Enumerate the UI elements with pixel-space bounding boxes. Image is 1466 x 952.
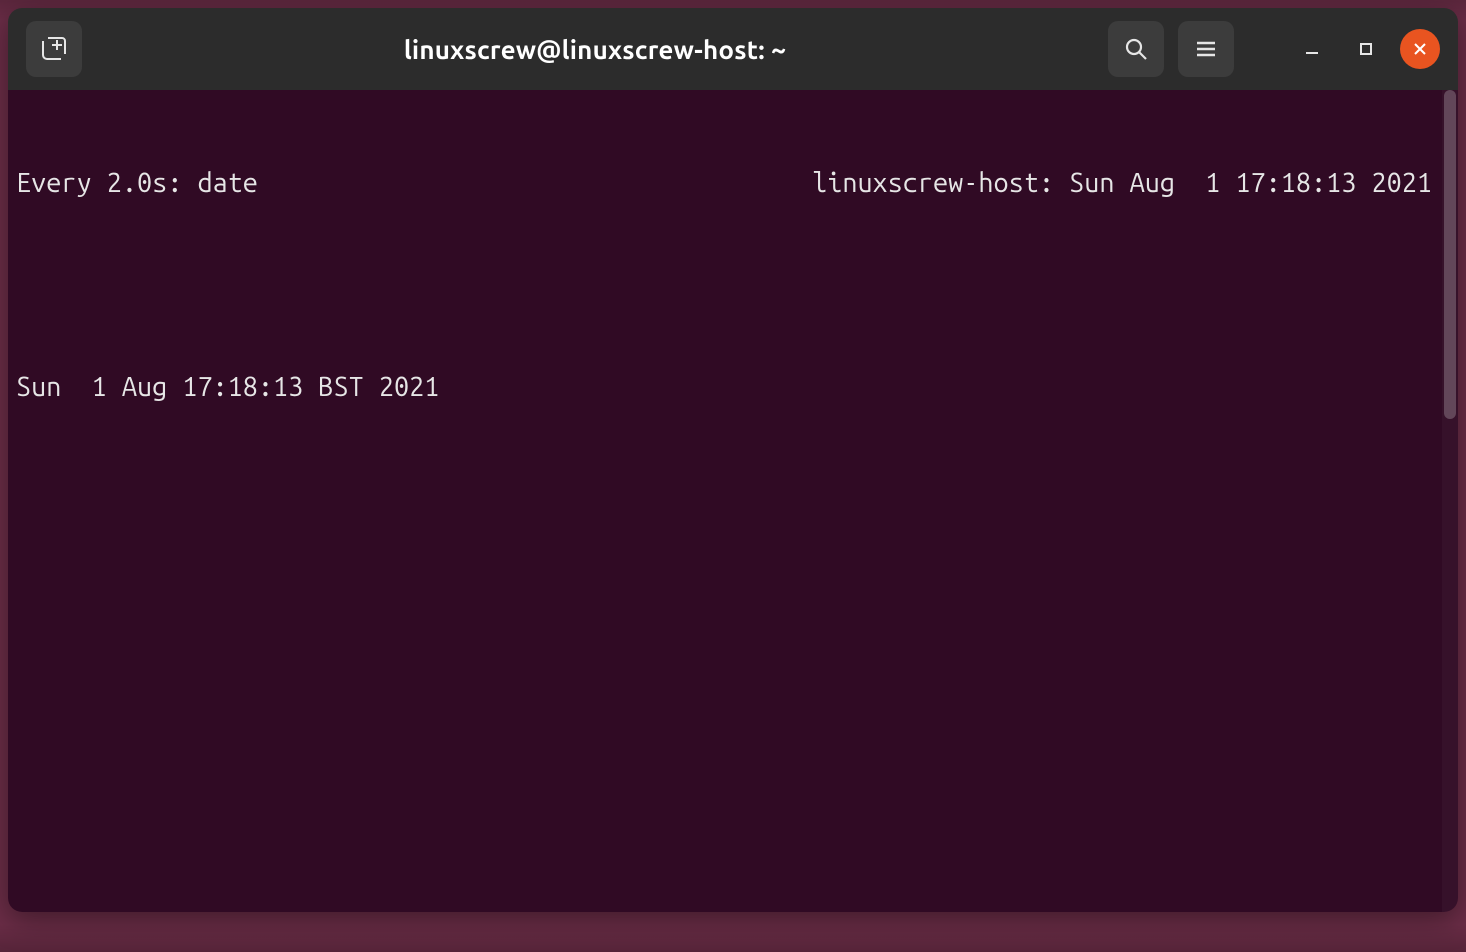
hamburger-menu-icon [1193, 36, 1219, 62]
watch-header-row: Every 2.0s: date linuxscrew-host: Sun Aug… [16, 166, 1450, 200]
titlebar-left [26, 21, 82, 77]
minimize-button[interactable] [1292, 29, 1332, 69]
search-icon [1122, 35, 1150, 63]
search-button[interactable] [1108, 21, 1164, 77]
close-icon [1411, 40, 1429, 58]
close-button[interactable] [1400, 29, 1440, 69]
window-title: linuxscrew@linuxscrew-host: ~ [404, 35, 786, 64]
menu-button[interactable] [1178, 21, 1234, 77]
terminal-window: linuxscrew@linuxscrew-host: ~ [8, 8, 1458, 912]
watch-host-time: linuxscrew-host: Sun Aug 1 17:18:13 2021 [812, 166, 1432, 200]
scrollbar-track[interactable] [1442, 90, 1458, 912]
new-tab-icon [39, 34, 69, 64]
titlebar[interactable]: linuxscrew@linuxscrew-host: ~ [8, 8, 1458, 90]
watch-interval-label: Every 2.0s: date [16, 166, 258, 200]
titlebar-center: linuxscrew@linuxscrew-host: ~ [98, 35, 1092, 64]
maximize-icon [1356, 39, 1376, 59]
titlebar-right [1108, 21, 1440, 77]
scrollbar-thumb[interactable] [1444, 90, 1456, 419]
maximize-button[interactable] [1346, 29, 1386, 69]
new-tab-button[interactable] [26, 21, 82, 77]
command-output-line: Sun 1 Aug 17:18:13 BST 2021 [16, 370, 1450, 404]
blank-line [16, 268, 1450, 302]
terminal-body[interactable]: Every 2.0s: date linuxscrew-host: Sun Aug… [8, 90, 1458, 912]
desktop-bottom-shade [0, 912, 1466, 952]
minimize-icon [1302, 39, 1322, 59]
